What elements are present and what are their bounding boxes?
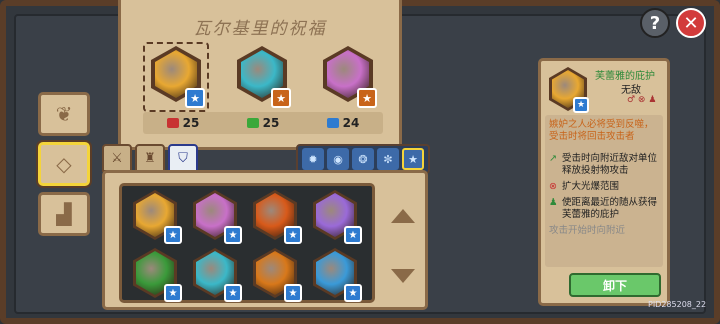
stat-item: 25 (246, 116, 280, 130)
star-badge-icon: ★ (284, 284, 302, 302)
category-tabs: ⚔ ♜ ⛉ (102, 144, 198, 172)
effect-text: 使距离最近的随从获得芙蕾雅的庇护 (562, 197, 658, 220)
stat-value: 25 (262, 116, 280, 130)
detail-description: 嫉妒之人必将受到反噬，受击时将回击攻击者 (549, 119, 654, 142)
inventory-item[interactable]: ★ (190, 190, 242, 246)
effect-marker-icon: ♟ (549, 197, 558, 208)
detail-effect-line: ⊗ 扩大光爆范围 (549, 181, 659, 193)
scroll-up-arrow[interactable] (391, 209, 415, 223)
stat-item: 24 (326, 116, 360, 130)
inventory-item[interactable]: ★ (130, 190, 182, 246)
detail-item-type: 无敌 (621, 85, 641, 96)
tab-shield[interactable]: ⛉ (168, 144, 198, 172)
blessing-slot-3[interactable]: ★ (319, 46, 377, 108)
effect-text: 受击时向附近敌对单位释放投射物攻击 (562, 153, 658, 176)
stat-value: 24 (342, 116, 360, 130)
blessing-slot-2[interactable]: ★ (233, 46, 291, 108)
inventory-grid: ★ ★ ★ ★ ★ ★ ★ ★ (119, 183, 375, 303)
star-badge-icon: ★ (344, 226, 362, 244)
item-detail-panel: ★ 芙蕾雅的庇护 无敌 ♂ ⊗ ♟ 嫉妒之人必将受到反噬，受击时将回击攻击者 ↗… (538, 58, 670, 306)
detail-item-icon: ★ (547, 67, 589, 113)
unequip-button[interactable]: 卸下 (569, 273, 661, 297)
tab-fortress[interactable]: ♜ (135, 144, 165, 172)
blessing-title: 瓦尔基里的祝福 (193, 19, 327, 39)
detail-item-name: 芙蕾雅的庇护 (595, 71, 655, 82)
blessing-panel: 瓦尔基里的祝福 ★ ★ ★ 25 25 24 (118, 0, 402, 150)
detail-effect-line: ↗ 受击时向附近敌对单位释放投射物攻击 (549, 153, 659, 177)
star-badge-icon: ★ (164, 226, 182, 244)
star-badge-icon: ★ (164, 284, 182, 302)
effect-text: 扩大光爆范围 (562, 181, 620, 192)
inventory-item[interactable]: ★ (310, 248, 362, 304)
orange-spark-badge-icon: ★ (357, 88, 377, 108)
scroll-down-arrow[interactable] (391, 269, 415, 283)
star-badge-icon: ★ (344, 284, 362, 302)
inventory-item[interactable]: ★ (130, 248, 182, 304)
filter-shield-icon[interactable]: ◉ (327, 148, 349, 170)
inventory-item[interactable]: ★ (310, 190, 362, 246)
stat-item: 25 (166, 116, 200, 130)
detail-effect-line: ♟ 使距离最近的随从获得芙蕾雅的庇护 (549, 197, 659, 221)
help-button[interactable]: ? (640, 8, 670, 38)
orange-ring-badge-icon: ★ (271, 88, 291, 108)
filter-wind-icon[interactable]: ❂ (352, 148, 374, 170)
star-badge-icon: ★ (573, 97, 589, 113)
inventory-item[interactable]: ★ (250, 248, 302, 304)
inventory-item[interactable]: ★ (250, 190, 302, 246)
inventory-item[interactable]: ★ (190, 248, 242, 304)
blue-book-icon (326, 118, 339, 128)
star-badge-icon: ★ (224, 284, 242, 302)
side-podium-button[interactable]: ▟ (38, 192, 90, 236)
player-id-label: PID285208_22 (648, 300, 707, 309)
effect-marker-icon: ⊗ (549, 181, 557, 192)
detail-description-box[interactable]: 嫉妒之人必将受到反噬，受击时将回击攻击者 ↗ 受击时向附近敌对单位释放投射物攻击 ⊗… (545, 115, 663, 267)
blessing-stats: 25 25 24 (143, 112, 383, 134)
effect-marker-icon: ↗ (549, 153, 557, 164)
tab-sword[interactable]: ⚔ (102, 144, 132, 172)
filter-star-icon[interactable]: ★ (402, 148, 424, 170)
inventory-panel: ★ ★ ★ ★ ★ ★ ★ ★ (102, 170, 428, 310)
detail-tag-icons: ♂ ⊗ ♟ (627, 95, 657, 105)
blessing-slot-1[interactable]: ★ (143, 42, 209, 112)
side-diamond-button[interactable]: ◇ (38, 142, 90, 186)
detail-truncated-line: 攻击开始时向附近 (549, 225, 626, 236)
star-badge-icon: ★ (284, 226, 302, 244)
star-badge-icon: ★ (224, 226, 242, 244)
stat-value: 25 (182, 116, 200, 130)
side-leaf-button[interactable]: ❦ (38, 92, 90, 136)
green-leaf-icon (246, 118, 259, 128)
filter-fire-icon[interactable]: ✹ (302, 148, 324, 170)
red-gem-icon (166, 118, 179, 128)
close-button[interactable]: ✕ (676, 8, 706, 38)
filter-tree-icon[interactable]: ✼ (377, 148, 399, 170)
star-badge-icon: ★ (185, 88, 205, 108)
